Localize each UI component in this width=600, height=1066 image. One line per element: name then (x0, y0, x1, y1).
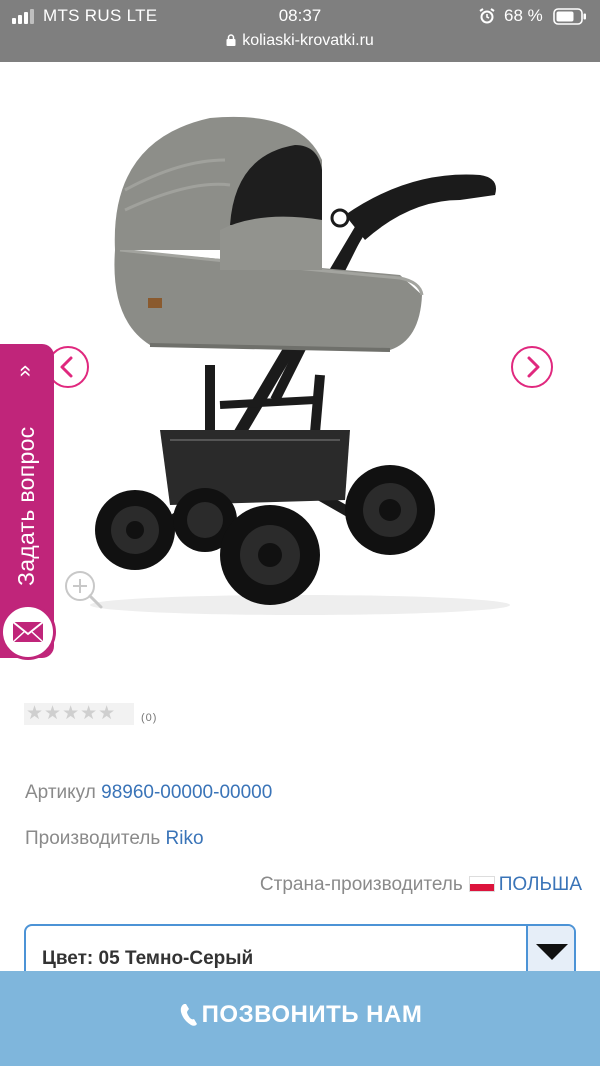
call-us-button[interactable]: ПОЗВОНИТЬ НАМ (0, 971, 600, 1066)
phone-icon (180, 1004, 197, 1026)
battery-percent: 68 % (504, 6, 543, 25)
lock-icon (226, 34, 236, 46)
poland-flag-icon (468, 876, 495, 892)
caret-down-icon (536, 944, 568, 960)
country-link[interactable]: ПОЛЬША (499, 874, 582, 895)
manufacturer-row: Производитель Riko (25, 828, 204, 850)
manufacturer-label: Производитель (25, 828, 161, 849)
double-chevron-icon: » (11, 364, 37, 378)
battery-icon (553, 8, 586, 25)
country-row: Страна-производитель ПОЛЬША (260, 874, 582, 896)
chevron-right-icon (527, 356, 540, 378)
sku-row: Артикул 98960-00000-00000 (25, 782, 272, 804)
url-text: koliaski-krovatki.ru (242, 32, 374, 49)
call-us-label: ПОЗВОНИТЬ НАМ (201, 1001, 423, 1028)
next-image-button[interactable] (511, 346, 553, 388)
manufacturer-link[interactable]: Riko (166, 828, 204, 849)
stroller-image[interactable] (60, 100, 530, 630)
alarm-icon (479, 8, 495, 24)
sku-value: 98960-00000-00000 (101, 782, 273, 803)
address-bar[interactable]: koliaski-krovatki.ru (0, 32, 600, 50)
status-bar: MTS RUS LTE 08:37 68 % koliaski-krovatki… (0, 0, 600, 62)
rating-stars[interactable]: ★★★★★ (24, 703, 134, 725)
mail-icon (12, 621, 44, 643)
mail-button[interactable] (0, 604, 56, 660)
ask-question-label: Задать вопрос (13, 426, 39, 587)
sku-label: Артикул (25, 782, 96, 803)
rating-count: (0) (141, 712, 158, 724)
zoom-in-icon[interactable] (62, 568, 104, 610)
color-select-value: Цвет: 05 Темно-Серый (42, 948, 254, 969)
country-label: Страна-производитель (259, 874, 463, 895)
chevron-left-icon (60, 356, 73, 378)
